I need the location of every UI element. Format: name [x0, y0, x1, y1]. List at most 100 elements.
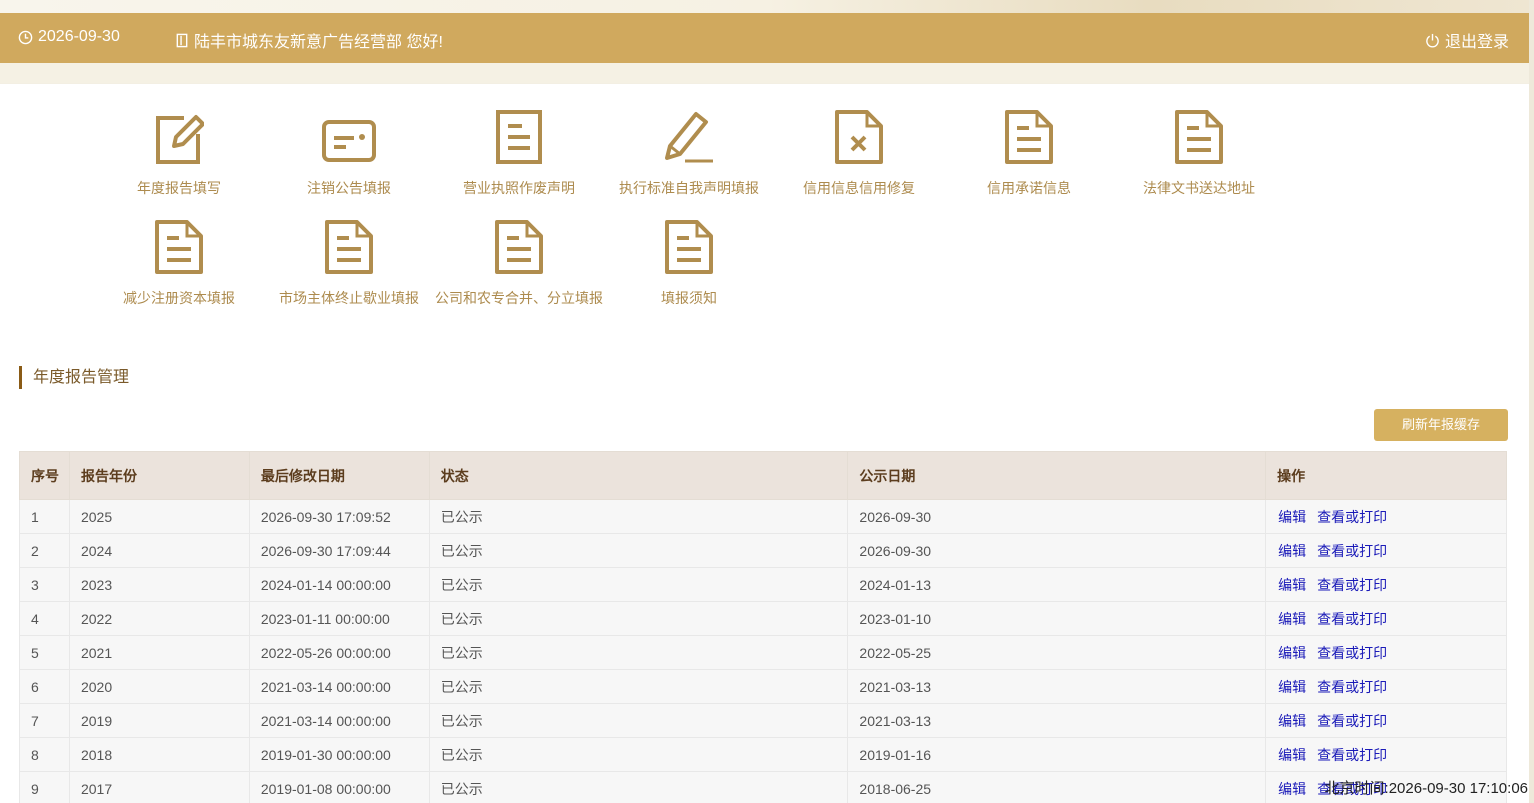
tile-standard-declaration[interactable]: 执行标准自我声明填报 — [604, 106, 774, 198]
table-cell: 2019 — [68, 703, 250, 738]
table-row: 3 2023 2024-01-14 00:00:00 已公示 2024-01-13 编辑查… — [19, 567, 1507, 602]
actions-cell: 编辑 查看或打印 — [1265, 567, 1507, 602]
edit-link[interactable]: 编辑 — [1278, 747, 1306, 763]
logout-button[interactable]: 退出登录 — [1425, 28, 1509, 52]
view-print-link[interactable]: 查看或打印 — [1317, 645, 1387, 661]
table-cell: 2019-01-08 00:00:00 — [248, 771, 430, 803]
column-header: 状态 — [428, 451, 849, 500]
actions-cell: 编辑 查看或打印 — [1265, 635, 1507, 670]
tile-credit-repair[interactable]: 信用信息信用修复 — [774, 106, 944, 198]
edit-link[interactable]: 编辑 — [1278, 781, 1306, 797]
tile-label: 营业执照作废声明 — [463, 180, 575, 196]
tile-label: 信用信息信用修复 — [803, 180, 915, 196]
table-cell: 2024-01-13 — [847, 567, 1267, 602]
tile-filing-notice[interactable]: 填报须知 — [604, 216, 774, 308]
tile-license-void[interactable]: 营业执照作废声明 — [434, 106, 604, 198]
table-row: 6 2020 2021-03-14 00:00:00 已公示 2021-03-13 编辑查… — [19, 669, 1507, 704]
table-cell: 已公示 — [428, 499, 849, 534]
table-cell: 8 — [19, 737, 70, 772]
table-cell: 已公示 — [428, 567, 849, 602]
header-date: 2026-09-30 — [18, 28, 120, 46]
table-cell: 1 — [19, 499, 70, 534]
view-print-link[interactable]: 查看或打印 — [1317, 747, 1387, 763]
table-cell: 2017 — [68, 771, 250, 803]
id-card-icon — [322, 120, 376, 162]
table-cell: 2023 — [68, 567, 250, 602]
section-title: 年度报告管理 — [19, 366, 129, 389]
table-cell: 2022 — [68, 601, 250, 636]
header-greeting: 陆丰市城东友新意广告经营部 您好! — [175, 28, 443, 52]
actions-cell: 编辑 查看或打印 — [1265, 737, 1507, 772]
table-cell: 7 — [19, 703, 70, 738]
tile-annual-report[interactable]: 年度报告填写 — [94, 106, 264, 198]
tile-label: 法律文书送达地址 — [1143, 180, 1255, 196]
header-divider-strip — [0, 63, 1529, 83]
actions-cell: 编辑 查看或打印 — [1265, 499, 1507, 534]
view-print-link[interactable]: 查看或打印 — [1317, 543, 1387, 559]
edit-icon — [156, 115, 204, 164]
table-cell: 2019-01-30 00:00:00 — [248, 737, 430, 772]
edit-link[interactable]: 编辑 — [1278, 645, 1306, 661]
table-cell: 6 — [19, 669, 70, 704]
table-cell: 4 — [19, 601, 70, 636]
table-row: 8 2018 2019-01-30 00:00:00 已公示 2019-01-16 编辑查… — [19, 737, 1507, 772]
edit-link[interactable]: 编辑 — [1278, 611, 1306, 627]
document-icon — [1005, 110, 1053, 164]
document-icon — [1175, 110, 1223, 164]
edit-link[interactable]: 编辑 — [1278, 509, 1306, 525]
view-print-link[interactable]: 查看或打印 — [1317, 713, 1387, 729]
tile-label: 公司和农专合并、分立填报 — [435, 290, 603, 306]
table-cell: 已公示 — [428, 533, 849, 568]
greeting-text: 陆丰市城东友新意广告经营部 您好! — [194, 34, 443, 51]
table-cell: 2018 — [68, 737, 250, 772]
tile-label: 减少注册资本填报 — [123, 290, 235, 306]
table-cell: 2021-03-13 — [847, 703, 1267, 738]
table-header-row: 序号 报告年份 最后修改日期 状态 公示日期 操作 — [19, 451, 1507, 500]
column-header: 公示日期 — [847, 451, 1267, 500]
tile-label: 市场主体终止歇业填报 — [279, 290, 419, 306]
tile-label: 注销公告填报 — [307, 180, 391, 196]
document-icon — [665, 220, 713, 274]
tile-legal-address[interactable]: 法律文书送达地址 — [1114, 106, 1284, 198]
actions-cell: 编辑 查看或打印 — [1265, 669, 1507, 704]
table-cell: 2026-09-30 17:09:52 — [248, 499, 430, 534]
tile-credit-promise[interactable]: 信用承诺信息 — [944, 106, 1114, 198]
edit-link[interactable]: 编辑 — [1278, 543, 1306, 559]
annual-report-table: 序号 报告年份 最后修改日期 状态 公示日期 操作 1 2025 2026-09-3… — [19, 451, 1507, 803]
actions-cell: 编辑 查看或打印 — [1265, 533, 1507, 568]
view-print-link[interactable]: 查看或打印 — [1317, 679, 1387, 695]
logout-label: 退出登录 — [1444, 34, 1509, 51]
power-icon — [1426, 33, 1439, 47]
edit-link[interactable]: 编辑 — [1278, 679, 1306, 695]
header-date-text: 2026-09-30 — [38, 28, 120, 45]
table-cell: 2020 — [68, 669, 250, 704]
table-cell: 5 — [19, 635, 70, 670]
column-header: 操作 — [1265, 451, 1507, 500]
table-cell: 9 — [19, 771, 70, 803]
edit-link[interactable]: 编辑 — [1278, 577, 1306, 593]
table-cell: 2021 — [68, 635, 250, 670]
table-cell: 2023-01-11 00:00:00 — [248, 601, 430, 636]
edit-link[interactable]: 编辑 — [1278, 713, 1306, 729]
view-print-link[interactable]: 查看或打印 — [1317, 577, 1387, 593]
tile-reduce-capital[interactable]: 减少注册资本填报 — [94, 216, 264, 308]
table-cell: 2018-06-25 — [847, 771, 1267, 803]
main-panel: 年度报告填写 注销公告填报 营业执照作废声明 执行标准自我声明填报 信用信息信用… — [0, 84, 1529, 803]
view-print-link[interactable]: 查看或打印 — [1317, 509, 1387, 525]
table-cell: 2 — [19, 533, 70, 568]
top-background — [0, 0, 1534, 14]
tile-merger-split[interactable]: 公司和农专合并、分立填报 — [434, 216, 604, 308]
tile-cancellation-notice[interactable]: 注销公告填报 — [264, 106, 434, 198]
table-row: 4 2022 2023-01-11 00:00:00 已公示 2023-01-10 编辑查… — [19, 601, 1507, 636]
right-edge — [1529, 0, 1534, 803]
door-icon — [176, 33, 188, 47]
tile-business-termination[interactable]: 市场主体终止歇业填报 — [264, 216, 434, 308]
table-cell: 2022-05-26 00:00:00 — [248, 635, 430, 670]
table-cell: 2023-01-10 — [847, 601, 1267, 636]
pencil-icon — [665, 112, 713, 163]
view-print-link[interactable]: 查看或打印 — [1317, 611, 1387, 627]
table-cell: 2026-09-30 17:09:44 — [248, 533, 430, 568]
table-cell: 已公示 — [428, 703, 849, 738]
refresh-cache-button[interactable]: 刷新年报缓存 — [1374, 409, 1508, 441]
table-cell: 已公示 — [428, 737, 849, 772]
